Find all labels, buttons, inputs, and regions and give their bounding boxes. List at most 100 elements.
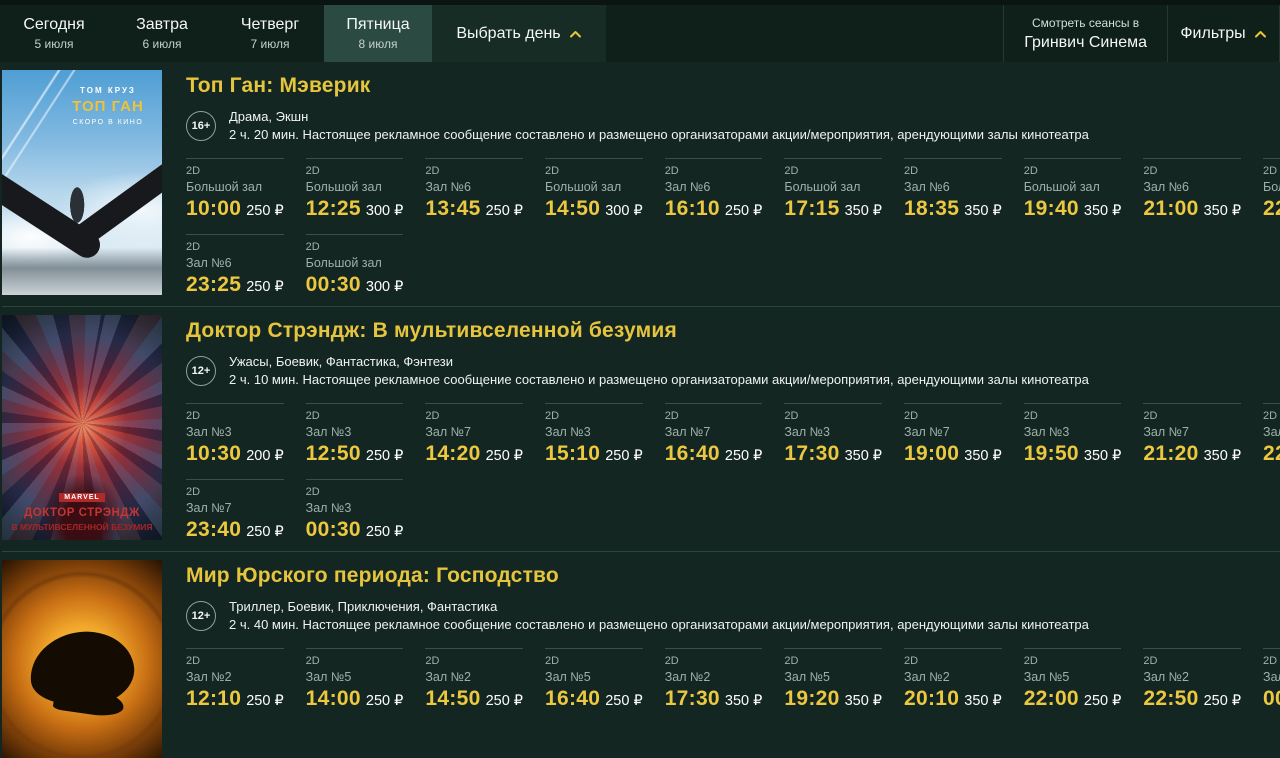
session-cell[interactable]: 2D Зал №6 13:45 250 ₽ (425, 158, 524, 221)
session-cell[interactable]: 2D Зал №5 00:40 250 ₽ (1263, 648, 1280, 711)
session-format: 2D (1143, 165, 1158, 177)
session-cell[interactable]: 2D Зал №3 19:50 350 ₽ (1023, 403, 1122, 466)
movie-meta-text: Триллер, Боевик, Приключения, Фантастика… (229, 598, 1089, 634)
session-time-row: 19:20 350 ₽ (784, 687, 882, 711)
day-tab[interactable]: Завтра 6 июля (108, 5, 216, 62)
filters-button[interactable]: Фильтры (1167, 5, 1280, 62)
movie-genres: Ужасы, Боевик, Фантастика, Фэнтези (229, 354, 454, 369)
session-cell[interactable]: 2D Зал №3 22:10 250 ₽ (1263, 403, 1280, 466)
session-time: 14:00 (305, 687, 361, 710)
session-cell[interactable]: 2D Зал №2 17:30 350 ₽ (664, 648, 763, 711)
session-cell[interactable]: 2D Зал №2 14:50 250 ₽ (425, 648, 524, 711)
session-cell[interactable]: 2D Большой зал 22:05 300 ₽ (1263, 158, 1280, 221)
poster-text-line: ТОМ КРУЗ (80, 86, 136, 95)
session-time: 14:20 (425, 442, 481, 465)
session-cell[interactable]: 2D Зал №5 16:40 250 ₽ (545, 648, 643, 711)
session-cell[interactable]: 2D Зал №3 17:30 350 ₽ (784, 403, 883, 466)
day-tab-label: Сегодня (23, 16, 85, 33)
session-cell[interactable]: 2D Зал №3 15:10 250 ₽ (545, 403, 643, 466)
movie-info: Мир Юрского периода: Господство 12+ Трил… (186, 560, 1280, 758)
session-price: 350 ₽ (964, 448, 1002, 464)
session-cell[interactable]: 2D Зал №7 19:00 350 ₽ (904, 403, 1002, 466)
session-time-row: 18:35 350 ₽ (904, 197, 1002, 221)
session-cell[interactable]: 2D Зал №3 00:30 250 ₽ (305, 479, 404, 542)
session-cell[interactable]: 2D Зал №2 12:10 250 ₽ (186, 648, 284, 711)
session-price: 350 ₽ (844, 693, 883, 709)
session-hall: Зал №3 (305, 501, 352, 515)
day-tab[interactable]: Сегодня 5 июля (0, 5, 108, 62)
session-hall: Зал №2 (904, 670, 950, 684)
movie-title[interactable]: Топ Ган: Мэверик (186, 74, 1280, 98)
session-grid: 2D Зал №2 12:10 250 ₽ 2D Зал №5 14:00 25… (186, 648, 1280, 711)
session-hall: Зал №6 (186, 256, 232, 270)
session-cell[interactable]: 2D Зал №7 21:20 350 ₽ (1143, 403, 1242, 466)
session-price: 250 ₽ (246, 203, 284, 219)
session-time-row: 20:10 350 ₽ (904, 687, 1002, 711)
session-time: 18:35 (904, 197, 960, 220)
session-cell[interactable]: 2D Зал №7 14:20 250 ₽ (425, 403, 524, 466)
session-format: 2D (784, 165, 799, 177)
filters-label: Фильтры (1180, 24, 1246, 42)
day-tab[interactable]: Четверг 7 июля (216, 5, 324, 62)
session-hall: Большой зал (545, 180, 622, 194)
poster-text-line: В МУЛЬТИВСЕЛЕННОЙ БЕЗУМИЯ (11, 522, 153, 532)
session-cell[interactable]: 2D Зал №6 21:00 350 ₽ (1143, 158, 1242, 221)
day-tab-label: Завтра (136, 16, 188, 33)
day-tab-date: 6 июля (142, 37, 182, 51)
session-format: 2D (186, 410, 201, 422)
session-time: 22:05 (1263, 197, 1280, 220)
session-format: 2D (545, 410, 560, 422)
choose-day-button[interactable]: Выбрать день (432, 5, 606, 62)
session-format: 2D (545, 655, 560, 667)
session-time: 23:25 (186, 273, 242, 296)
movie-title[interactable]: Доктор Стрэндж: В мультивселенной безуми… (186, 319, 1280, 343)
session-price: 250 ₽ (365, 524, 404, 540)
movie-poster[interactable]: ТОМ КРУЗ ТОП ГАН СКОРО В КИНО (2, 70, 162, 295)
session-price: 350 ₽ (724, 693, 763, 709)
session-cell[interactable]: 2D Зал №5 19:20 350 ₽ (784, 648, 883, 711)
session-cell[interactable]: 2D Зал №2 22:50 250 ₽ (1143, 648, 1242, 711)
session-price: 350 ₽ (1203, 203, 1242, 219)
session-hall: Зал №5 (1263, 670, 1280, 684)
session-time-row: 22:50 250 ₽ (1143, 687, 1241, 711)
movie-genres: Триллер, Боевик, Приключения, Фантастика (229, 599, 498, 614)
session-cell[interactable]: 2D Большой зал 17:15 350 ₽ (784, 158, 883, 221)
session-cell[interactable]: 2D Большой зал 00:30 300 ₽ (305, 234, 404, 297)
session-time-row: 22:00 250 ₽ (1024, 687, 1122, 711)
session-time: 12:50 (305, 442, 361, 465)
movie-title[interactable]: Мир Юрского периода: Господство (186, 564, 1280, 588)
session-time: 13:45 (425, 197, 481, 220)
session-cell[interactable]: 2D Зал №7 16:40 250 ₽ (664, 403, 763, 466)
session-time-row: 15:10 250 ₽ (545, 442, 643, 466)
session-cell[interactable]: 2D Большой зал 14:50 300 ₽ (545, 158, 643, 221)
session-cell[interactable]: 2D Зал №6 18:35 350 ₽ (904, 158, 1002, 221)
session-cell[interactable]: 2D Зал №2 20:10 350 ₽ (904, 648, 1002, 711)
session-cell[interactable]: 2D Зал №5 22:00 250 ₽ (1023, 648, 1122, 711)
session-cell[interactable]: 2D Зал №3 12:50 250 ₽ (305, 403, 404, 466)
session-price: 350 ₽ (964, 203, 1002, 219)
session-format: 2D (305, 241, 320, 253)
session-cell[interactable]: 2D Большой зал 19:40 350 ₽ (1023, 158, 1122, 221)
session-price: 250 ₽ (485, 448, 524, 464)
session-cell[interactable]: 2D Зал №6 23:25 250 ₽ (186, 234, 284, 297)
session-time-row: 19:00 350 ₽ (904, 442, 1002, 466)
session-cell[interactable]: 2D Зал №3 10:30 200 ₽ (186, 403, 284, 466)
session-hall: Зал №3 (186, 425, 232, 439)
session-cell[interactable]: 2D Зал №5 14:00 250 ₽ (305, 648, 404, 711)
cinema-selector[interactable]: Смотреть сеансы в Гринвич Синема (1003, 5, 1167, 62)
session-format: 2D (1263, 165, 1278, 177)
session-format: 2D (425, 410, 440, 422)
session-cell[interactable]: 2D Зал №6 16:10 250 ₽ (664, 158, 763, 221)
day-tab[interactable]: Пятница 8 июля (324, 5, 432, 62)
session-cell[interactable]: 2D Большой зал 12:25 300 ₽ (305, 158, 404, 221)
movie-poster[interactable] (2, 560, 162, 758)
session-price: 250 ₽ (246, 524, 284, 540)
movie-details: 2 ч. 10 мин. Настоящее рекламное сообщен… (229, 372, 1089, 387)
session-price: 250 ₽ (485, 203, 524, 219)
session-format: 2D (186, 486, 201, 498)
session-cell[interactable]: 2D Зал №7 23:40 250 ₽ (186, 479, 284, 542)
session-cell[interactable]: 2D Большой зал 10:00 250 ₽ (186, 158, 284, 221)
movie-details: 2 ч. 40 мин. Настоящее рекламное сообщен… (229, 617, 1089, 632)
session-time: 15:10 (545, 442, 601, 465)
movie-poster[interactable]: MARVEL ДОКТОР СТРЭНДЖ В МУЛЬТИВСЕЛЕННОЙ … (2, 315, 162, 540)
